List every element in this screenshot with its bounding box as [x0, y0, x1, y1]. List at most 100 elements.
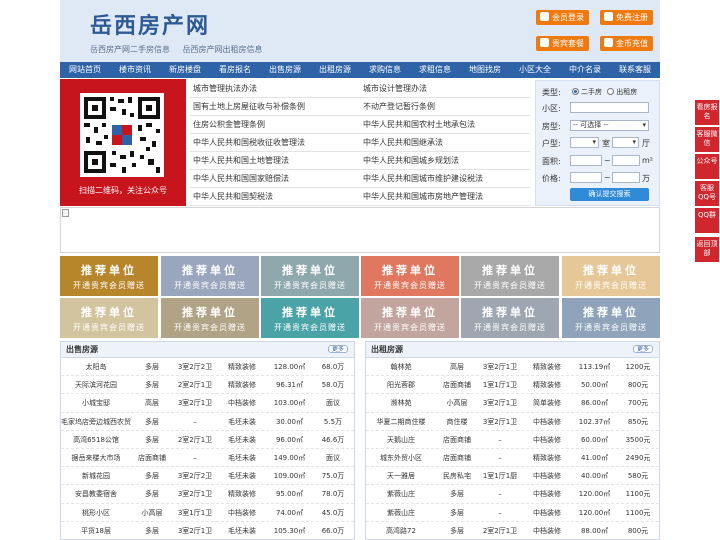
promo-tile[interactable]: 推荐单位 开通贵宾会员赠送 — [361, 256, 459, 296]
area-min-input[interactable] — [570, 155, 602, 166]
nav-new-homes[interactable]: 新房楼盘 — [160, 62, 210, 78]
listing-community[interactable]: 天鹅山庄 — [366, 431, 436, 448]
listing-row[interactable]: 天鹅山庄 店面商铺 – 中档装修 60.00㎡ 3500元 — [366, 431, 659, 449]
promo-tile[interactable]: 推荐单位 开通贵宾会员赠送 — [161, 256, 259, 296]
free-register-button[interactable]: 免费注册 — [600, 10, 653, 25]
listing-community[interactable]: 安昌教委宿舍 — [61, 485, 131, 502]
link-item[interactable]: 中华人民共和国土地管理法 — [190, 152, 360, 169]
listing-community[interactable]: 华夏二期商住楼 — [366, 413, 436, 430]
nav-news[interactable]: 楼市资讯 — [110, 62, 160, 78]
listing-community[interactable]: 小城宝邸 — [61, 394, 131, 411]
room-select[interactable]: ▾ — [570, 137, 599, 148]
nav-viewing-signup[interactable]: 看房报名 — [210, 62, 260, 78]
gold-recharge-button[interactable]: 金币充值 — [600, 36, 653, 51]
rent-more-button[interactable]: 更多 — [632, 345, 653, 353]
tagline-secondhand[interactable]: 岳西房产网二手房信息 — [90, 45, 170, 54]
tagline-rental[interactable]: 岳西房产网出租房信息 — [183, 45, 263, 54]
promo-tile[interactable]: 推荐单位 开通贵宾会员赠送 — [461, 256, 559, 296]
ad-banner[interactable] — [60, 207, 660, 253]
member-login-button[interactable]: 会员登录 — [536, 10, 589, 25]
promo-tile[interactable]: 推荐单位 开通贵宾会员赠送 — [60, 298, 158, 338]
nav-wanted-rent[interactable]: 求租信息 — [410, 62, 460, 78]
listing-community[interactable]: 毛家坞店旁边城西农贸 — [61, 413, 131, 430]
listing-community[interactable]: 太阳岛 — [61, 358, 131, 375]
listing-row[interactable]: 濒林苑 小高层 3室2厅1卫 简单装修 86.00㎡ 700元 — [366, 394, 659, 413]
listing-row[interactable]: 桃形小区 小高层 3室1厅1卫 中档装修 74.00㎡ 45.0万 — [61, 504, 354, 522]
link-item[interactable]: 中华人民共和国税收征收管理法 — [190, 134, 360, 151]
listing-row[interactable]: 天一雅居 民房私宅 1室1厅1厨 中档装修 40.00㎡ 580元 — [366, 467, 659, 486]
vip-package-button[interactable]: 贵宾套餐 — [536, 36, 589, 51]
listing-row[interactable]: 据岳来楼大市场 店面商铺 – 毛坯未装 149.00㎡ 面议 — [61, 449, 354, 468]
listing-row[interactable]: 新城花园 多层 3室2厅2卫 毛坯未装 109.00㎡ 75.0万 — [61, 467, 354, 486]
listing-community[interactable]: 紫薇山庄 — [366, 504, 436, 521]
side-viewing-signup-button[interactable]: 看房报名 — [695, 100, 719, 125]
link-item[interactable]: 城市管理执法办法 — [190, 80, 360, 97]
listing-row[interactable]: 阳光蓉郡 店面商铺 1室1厅1卫 精致装修 50.00㎡ 800元 — [366, 376, 659, 395]
promo-tile[interactable]: 推荐单位 开通贵宾会员赠送 — [562, 256, 660, 296]
promo-tile[interactable]: 推荐单位 开通贵宾会员赠送 — [161, 298, 259, 338]
radio-secondhand[interactable] — [572, 88, 579, 95]
link-item[interactable]: 中华人民共和国国家赔偿法 — [190, 170, 360, 187]
link-item[interactable]: 中华人民共和国契税法 — [190, 188, 360, 205]
search-submit-button[interactable]: 确认提交搜索 — [570, 188, 649, 201]
link-item[interactable]: 中华人民共和国农村土地承包法 — [360, 116, 530, 133]
link-item[interactable]: 中华人民共和国城乡规划法 — [360, 152, 530, 169]
side-official-account-button[interactable]: 公众号 — [695, 154, 719, 179]
listing-community[interactable]: 据岳来楼大市场 — [61, 449, 131, 466]
listing-community[interactable]: 新城花园 — [61, 467, 131, 484]
promo-tile[interactable]: 推荐单位 开通贵宾会员赠送 — [261, 298, 359, 338]
site-logo[interactable]: 岳西房产网 — [90, 8, 210, 40]
side-qq-group-button[interactable]: QQ群 — [695, 208, 719, 233]
link-item[interactable]: 住房公积金管理条例 — [190, 116, 360, 133]
listing-row[interactable]: 毛家坞店旁边城西农贸 多层 – 毛坯未装 30.00㎡ 5.5万 — [61, 413, 354, 431]
nav-contact[interactable]: 联系客服 — [610, 62, 660, 78]
nav-map-search[interactable]: 地图找房 — [460, 62, 510, 78]
listing-row[interactable]: 紫薇山庄 多层 – 中档装修 120.00㎡ 1100元 — [366, 485, 659, 504]
link-item[interactable]: 中华人民共和国城市维护建设税法 — [360, 170, 530, 187]
radio-rental[interactable] — [607, 88, 615, 95]
listing-row[interactable]: 紫薇山庄 多层 – 中档装修 120.00㎡ 1100元 — [366, 504, 659, 522]
listing-row[interactable]: 天际滨河花园 多层 2室2厅1卫 精致装修 96.31㎡ 58.0万 — [61, 376, 354, 395]
promo-tile[interactable]: 推荐单位 开通贵宾会员赠送 — [261, 256, 359, 296]
listing-row[interactable]: 小城宝邸 高层 3室2厅1卫 中档装修 103.00㎡ 面议 — [61, 394, 354, 413]
link-item[interactable]: 中华人民共和国城市房地产管理法 — [360, 188, 530, 205]
listing-community[interactable]: 天一雅居 — [366, 467, 436, 484]
nav-agencies[interactable]: 中介名录 — [560, 62, 610, 78]
nav-for-sale[interactable]: 出售房源 — [260, 62, 310, 78]
link-item[interactable]: 中华人民共和国继承法 — [360, 134, 530, 151]
listing-row[interactable]: 城东外贸小区 店面商铺 – 精致装修 41.00㎡ 2490元 — [366, 449, 659, 468]
side-back-to-top-button[interactable]: 返回顶部 — [695, 237, 719, 262]
listing-community[interactable]: 阳光蓉郡 — [366, 376, 436, 393]
price-min-input[interactable] — [570, 172, 602, 183]
area-max-input[interactable] — [612, 155, 640, 166]
listing-community[interactable]: 紫薇山庄 — [366, 485, 436, 502]
promo-tile[interactable]: 推荐单位 开通贵宾会员赠送 — [60, 256, 158, 296]
listing-row[interactable]: 高湾路72 多层 2室2厅1卫 中档装修 88.00㎡ 800元 — [366, 522, 659, 539]
listing-community[interactable]: 城东外贸小区 — [366, 449, 436, 466]
promo-tile[interactable]: 推荐单位 开通贵宾会员赠送 — [461, 298, 559, 338]
link-item[interactable]: 国有土地上房屋征收与补偿条例 — [190, 98, 360, 115]
listing-community[interactable]: 翰林苑 — [366, 358, 436, 375]
listing-community[interactable]: 濒林苑 — [366, 394, 436, 411]
listing-row[interactable]: 高湾6518公馆 多层 2室2厅1卫 毛坯未装 96.00㎡ 46.6万 — [61, 431, 354, 449]
sale-more-button[interactable]: 更多 — [327, 345, 348, 353]
promo-tile[interactable]: 推荐单位 开通贵宾会员赠送 — [361, 298, 459, 338]
promo-tile[interactable]: 推荐单位 开通贵宾会员赠送 — [562, 298, 660, 338]
side-service-wechat-button[interactable]: 客服微信 — [695, 127, 719, 152]
listing-row[interactable]: 安昌教委宿舍 多层 3室2厅1卫 精致装修 95.00㎡ 78.0万 — [61, 485, 354, 504]
link-item[interactable]: 城市设计管理办法 — [360, 80, 530, 97]
listing-community[interactable]: 高湾6518公馆 — [61, 431, 131, 448]
listing-row[interactable]: 华夏二期商住楼 商住楼 3室2厅1卫 中档装修 102.37㎡ 850元 — [366, 413, 659, 431]
link-item[interactable]: 不动产登记暂行条例 — [360, 98, 530, 115]
listing-community[interactable]: 高湾路72 — [366, 522, 436, 539]
nav-wanted-buy[interactable]: 求购信息 — [360, 62, 410, 78]
listing-community[interactable]: 天际滨河花园 — [61, 376, 131, 393]
listing-row[interactable]: 平货18层 多层 3室2厅1卫 毛坯未装 105.30㎡ 66.0万 — [61, 522, 354, 539]
listing-community[interactable]: 桃形小区 — [61, 504, 131, 521]
listing-community[interactable]: 平货18层 — [61, 522, 131, 539]
price-max-input[interactable] — [612, 172, 640, 183]
nav-home[interactable]: 网站首页 — [60, 62, 110, 78]
listing-row[interactable]: 翰林苑 高层 3室2厅1卫 精致装修 113.19㎡ 1200元 — [366, 358, 659, 377]
hall-select[interactable]: ▾ — [612, 137, 639, 148]
nav-for-rent[interactable]: 出租房源 — [310, 62, 360, 78]
